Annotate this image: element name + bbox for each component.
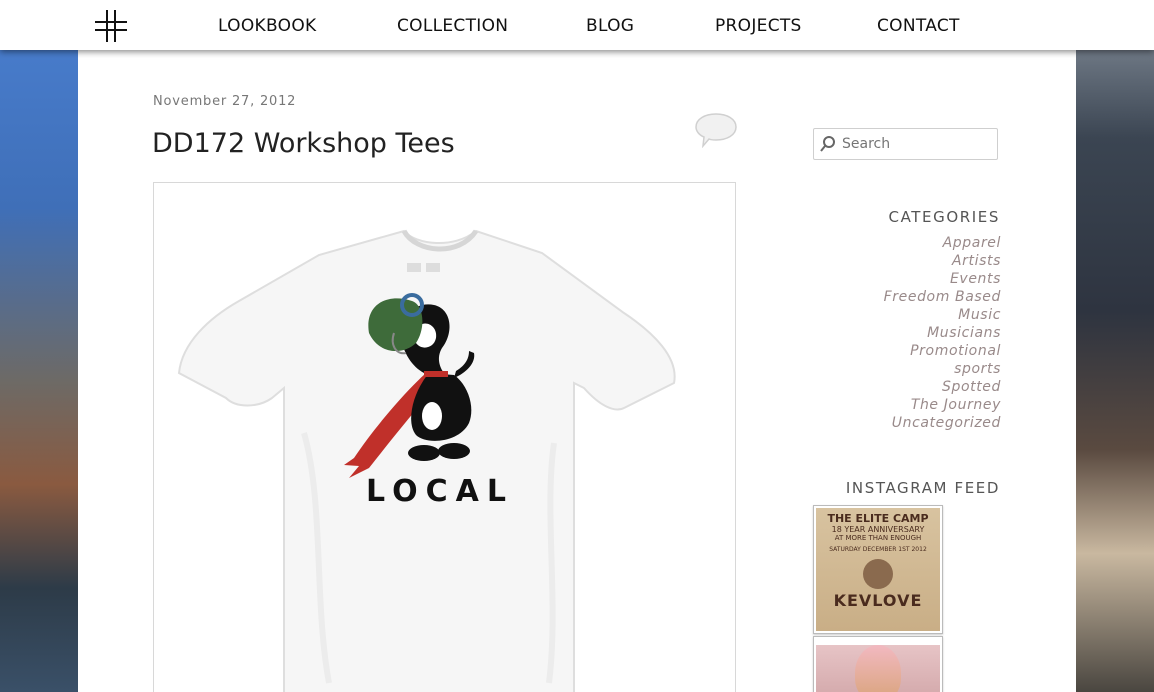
nav-projects[interactable]: PROJECTS (715, 16, 802, 36)
nav-blog[interactable]: BLOG (586, 16, 634, 36)
category-item[interactable]: Uncategorized (821, 414, 1001, 432)
background-right (1076, 0, 1154, 692)
category-item[interactable]: Music (821, 306, 1001, 324)
logo-icon[interactable] (93, 8, 129, 44)
avatar (863, 559, 893, 589)
category-item[interactable]: Musicians (821, 324, 1001, 342)
insta-headline: KEVLOVE (833, 591, 923, 610)
category-item[interactable]: Freedom Based (821, 288, 1001, 306)
background-left (0, 0, 78, 692)
insta-line: SATURDAY DECEMBER 1ST 2012 (829, 546, 927, 553)
nav-contact[interactable]: CONTACT (877, 16, 960, 36)
insta-line: 18 YEAR ANNIVERSARY (831, 525, 925, 534)
nav-lookbook[interactable]: LOOKBOOK (218, 16, 316, 36)
category-item[interactable]: Spotted (821, 378, 1001, 396)
insta-line: THE ELITE CAMP (827, 512, 929, 525)
search-input[interactable] (813, 128, 998, 160)
post-image[interactable]: LOCAL (153, 182, 736, 692)
nav-collection[interactable]: COLLECTION (397, 16, 508, 36)
site-header: LOOKBOOK COLLECTION BLOG PROJECTS CONTAC… (0, 0, 1154, 50)
categories-title: CATEGORIES (888, 208, 1000, 226)
tshirt-illustration: LOCAL (177, 229, 676, 692)
category-item[interactable]: sports (821, 360, 1001, 378)
insta-line: AT MORE THAN ENOUGH (834, 534, 922, 542)
instagram-thumb[interactable] (813, 636, 943, 692)
category-item[interactable]: The Journey (821, 396, 1001, 414)
search-icon (820, 136, 835, 152)
post-title[interactable]: DD172 Workshop Tees (152, 128, 455, 159)
instagram-thumb[interactable]: THE ELITE CAMP 18 YEAR ANNIVERSARY AT MO… (813, 505, 943, 634)
category-list: Apparel Artists Events Freedom Based Mus… (821, 234, 1001, 432)
portrait-image (855, 645, 901, 692)
category-item[interactable]: Promotional (821, 342, 1001, 360)
category-item[interactable]: Events (821, 270, 1001, 288)
instagram-title: INSTAGRAM FEED (845, 479, 1000, 497)
category-item[interactable]: Artists (821, 252, 1001, 270)
category-item[interactable]: Apparel (821, 234, 1001, 252)
comment-bubble-icon[interactable] (694, 112, 738, 148)
shirt-text: LOCAL (366, 474, 514, 509)
post-date: November 27, 2012 (153, 94, 297, 109)
